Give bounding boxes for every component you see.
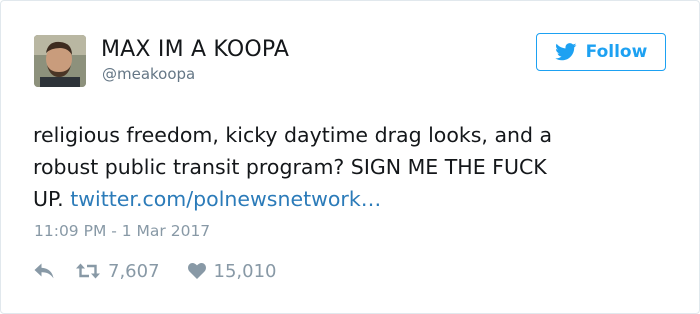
reply-arrow-icon <box>34 263 54 279</box>
tweet-text-line-1: religious freedom, kicky daytime drag lo… <box>33 123 553 147</box>
display-name[interactable]: MAX IM A KOOPA <box>101 37 289 62</box>
tweet-actions: 7,607 15,010 <box>34 258 277 284</box>
tweet-timestamp[interactable]: 11:09 PM - 1 Mar 2017 <box>34 222 210 240</box>
tweet-text: religious freedom, kicky daytime drag lo… <box>33 119 673 215</box>
like-button[interactable]: 15,010 <box>187 260 277 282</box>
retweet-button[interactable]: 7,607 <box>76 261 160 282</box>
twitter-bird-icon <box>554 43 577 61</box>
like-count: 15,010 <box>213 260 277 282</box>
retweet-count: 7,607 <box>108 260 160 282</box>
follow-button[interactable]: Follow <box>536 33 666 71</box>
screen-name[interactable]: @meakoopa <box>102 65 195 83</box>
tweet-card: MAX IM A KOOPA @meakoopa Follow religiou… <box>0 0 700 314</box>
heart-icon <box>187 263 206 279</box>
follow-label: Follow <box>585 42 648 62</box>
tweet-link[interactable]: twitter.com/polnewsnetwork… <box>70 187 381 211</box>
retweet-icon <box>76 263 100 279</box>
tweet-text-line-2: robust public transit program? SIGN ME T… <box>33 155 547 179</box>
tweet-text-line-3: UP. <box>33 187 71 211</box>
avatar[interactable] <box>34 35 86 87</box>
reply-button[interactable] <box>34 263 54 279</box>
avatar-photo-icon <box>34 35 86 87</box>
